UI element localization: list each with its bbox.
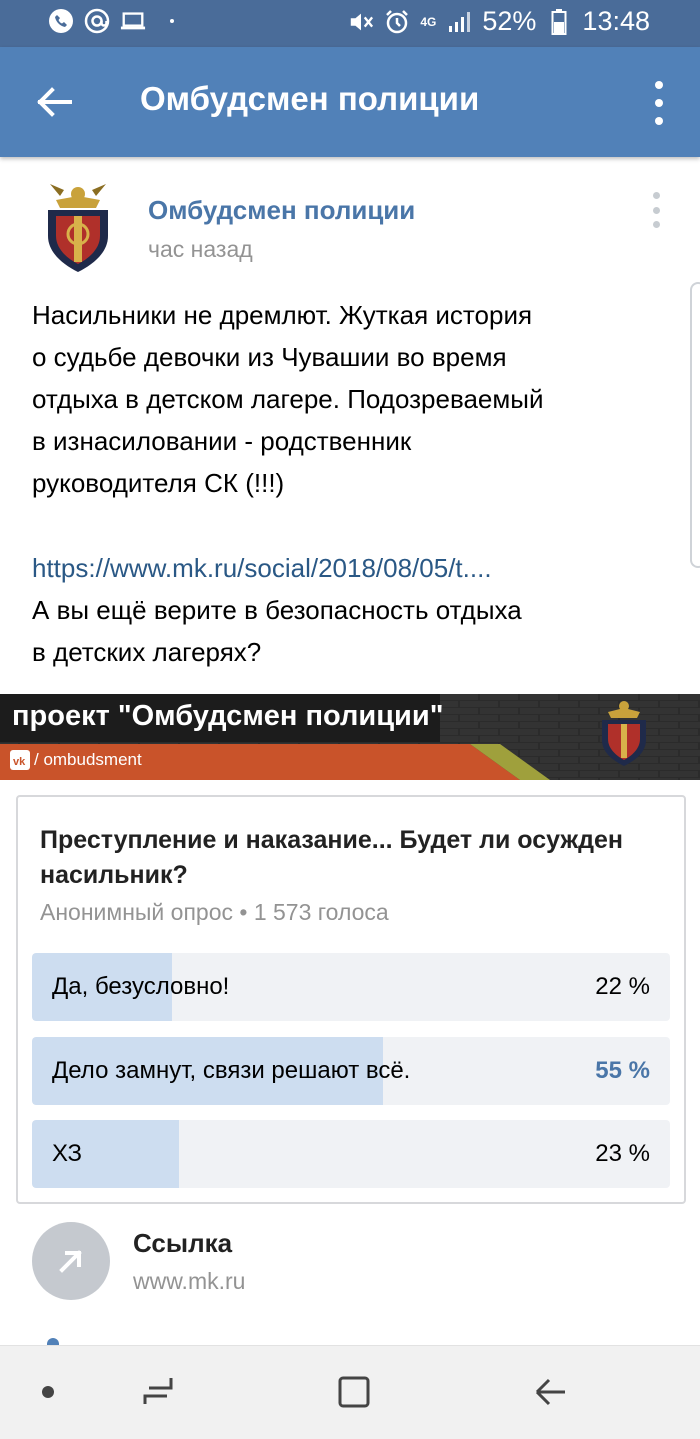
- post-text-line: отдыха в детском лагере. Подозреваемый: [32, 384, 544, 414]
- phone-call-icon: [48, 8, 74, 34]
- post-timestamp: час назад: [148, 236, 253, 262]
- link-attachment-icon[interactable]: [32, 1222, 110, 1300]
- poll-option[interactable]: ХЗ 23 %: [32, 1120, 670, 1188]
- post-text-line: в детских лагерях?: [32, 637, 262, 667]
- status-bar: 4G 52% 13:48: [0, 0, 700, 47]
- at-sign-icon: [84, 8, 110, 34]
- menu-dot-icon: [652, 192, 660, 199]
- poll-meta: Анонимный опрос • 1 573 голоса: [40, 899, 389, 925]
- poll-card: Преступление и наказание... Будет ли осу…: [16, 795, 686, 1204]
- recents-icon: [143, 1378, 173, 1404]
- arrow-back-icon: [37, 87, 72, 117]
- post-text-line: руководителя СК (!!!): [32, 468, 285, 498]
- battery-icon: [546, 8, 572, 35]
- nav-dot-button[interactable]: [26, 1372, 70, 1412]
- poll-option[interactable]: Дело замнут, связи решают всё. 55 %: [32, 1037, 670, 1105]
- signal-icon: [446, 9, 472, 35]
- system-back-button[interactable]: [528, 1372, 572, 1412]
- scroll-indicator[interactable]: [690, 282, 700, 568]
- menu-dot-icon: [652, 221, 660, 228]
- author-avatar[interactable]: [34, 178, 122, 276]
- mute-icon: [348, 9, 374, 35]
- poll-option-label: ХЗ: [52, 1140, 82, 1167]
- back-button[interactable]: [30, 77, 80, 127]
- home-square-icon: [338, 1376, 370, 1408]
- post-text-line: Насильники не дремлют. Жуткая история: [32, 300, 533, 330]
- page-title: Омбудсмен полиции: [140, 80, 480, 117]
- recent-apps-button[interactable]: [136, 1372, 180, 1412]
- post-text-line: А вы ещё верите в безопасность отдыха: [32, 595, 522, 625]
- network-type: 4G: [420, 14, 437, 29]
- link-attachment-title[interactable]: Ссылка: [133, 1228, 232, 1259]
- post-text-line: о судьбе девочки из Чувашии во время: [32, 342, 507, 372]
- post-text-question: А вы ещё верите в безопасность отдыха в …: [32, 589, 652, 673]
- menu-dot-icon: [652, 206, 660, 214]
- poll-option-label: Дело замнут, связи решают всё.: [52, 1057, 411, 1084]
- poll-option-percent: 55 %: [595, 1057, 650, 1084]
- banner-title: проект "Омбудсмен полиции": [12, 700, 444, 732]
- dot-icon: [42, 1386, 54, 1398]
- more-options-button[interactable]: [644, 81, 674, 125]
- post-text-line: в изнасиловании - родственник: [32, 426, 412, 456]
- post-link[interactable]: https://www.mk.ru/social/2018/08/05/t...…: [32, 547, 492, 589]
- system-nav-bar: [0, 1345, 700, 1439]
- svg-text:vk: vk: [13, 756, 26, 768]
- poll-option-label: Да, безусловно!: [52, 973, 230, 1000]
- banner-handle: / ombudsment: [34, 750, 142, 769]
- menu-dot-icon: [655, 117, 663, 125]
- menu-dot-icon: [655, 99, 663, 107]
- post-author-name[interactable]: Омбудсмен полиции: [148, 195, 415, 226]
- laptop-icon: [120, 8, 146, 34]
- battery-percent: 52%: [482, 6, 537, 36]
- poll-option[interactable]: Да, безусловно! 22 %: [32, 953, 670, 1021]
- back-arrow-icon: [535, 1378, 565, 1406]
- post-options-button[interactable]: [648, 192, 664, 228]
- app-bar: Омбудсмен полиции: [0, 47, 700, 157]
- arrow-up-right-icon: [59, 1250, 82, 1273]
- menu-dot-icon: [655, 81, 663, 89]
- post-banner-image[interactable]: vk проект "Омбудсмен полиции" / ombudsme…: [0, 694, 700, 780]
- poll-option-percent: 22 %: [595, 973, 650, 1000]
- poll-option-percent: 23 %: [595, 1140, 650, 1167]
- clock: 13:48: [582, 6, 650, 36]
- link-attachment-url[interactable]: www.mk.ru: [133, 1268, 245, 1295]
- poll-question: Преступление и наказание... Будет ли осу…: [40, 826, 623, 889]
- alarm-icon: [384, 9, 410, 35]
- notification-dot-icon: [170, 19, 174, 23]
- home-button[interactable]: [332, 1372, 376, 1412]
- post-text: Насильники не дремлют. Жуткая история о …: [32, 294, 652, 504]
